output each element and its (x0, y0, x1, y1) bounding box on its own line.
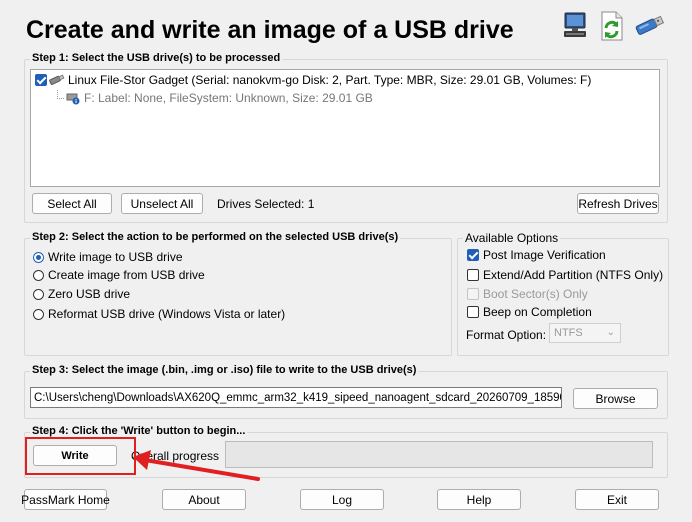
select-all-button[interactable]: Select All (32, 193, 112, 214)
passmark-home-button[interactable]: PassMark Home (21, 489, 110, 510)
drive-row[interactable]: Linux File-Stor Gadget (Serial: nanokvm-… (35, 72, 591, 88)
beep-on-completion-checkbox[interactable] (467, 306, 479, 318)
refresh-document-icon (596, 10, 626, 41)
radio-button[interactable] (33, 308, 44, 320)
format-option-label: Format Option: (466, 328, 547, 342)
radio-label: Reformat USB drive (Windows Vista or lat… (48, 307, 286, 321)
radio-label: Create image from USB drive (48, 268, 205, 282)
radio-write-image[interactable]: Write image to USB drive (33, 250, 183, 264)
format-option-select: NTFS ⌄ (549, 323, 621, 343)
drive-list[interactable]: Linux File-Stor Gadget (Serial: nanokvm-… (30, 69, 660, 187)
volume-label: F: Label: None, FileSystem: Unknown, Siz… (84, 91, 373, 105)
usb-drive-icon (632, 12, 665, 42)
annotation-arrow (133, 450, 260, 481)
browse-button[interactable]: Browse (573, 388, 658, 409)
volume-row: F: Label: None, FileSystem: Unknown, Siz… (57, 89, 373, 106)
radio-reformat-drive[interactable]: Reformat USB drive (Windows Vista or lat… (33, 307, 285, 321)
computer-icon (560, 10, 590, 40)
drive-label: Linux File-Stor Gadget (Serial: nanokvm-… (68, 73, 592, 87)
radio-button[interactable] (33, 251, 44, 263)
overall-progress-bar (225, 441, 653, 468)
radio-create-image[interactable]: Create image from USB drive (33, 268, 205, 282)
extend-partition-label: Extend/Add Partition (NTFS Only) (483, 268, 664, 282)
step2-legend: Step 2: Select the action to be performe… (30, 231, 401, 243)
about-button[interactable]: About (162, 489, 246, 510)
beep-on-completion-label: Beep on Completion (483, 305, 592, 319)
image-path-input[interactable]: C:\Users\cheng\Downloads\AX620Q_emmc_arm… (30, 387, 562, 408)
step3-legend: Step 3: Select the image (.bin, .img or … (30, 364, 419, 376)
unselect-all-button[interactable]: Unselect All (121, 193, 203, 214)
log-button[interactable]: Log (300, 489, 384, 510)
page-title: Create and write an image of a USB drive (26, 16, 514, 44)
boot-sector-checkbox (467, 288, 479, 300)
exit-button[interactable]: Exit (575, 489, 659, 510)
beep-on-completion-option[interactable]: Beep on Completion (467, 305, 592, 319)
step1-legend: Step 1: Select the USB drive(s) to be pr… (30, 52, 283, 64)
radio-button[interactable] (33, 269, 44, 281)
refresh-drives-button[interactable]: Refresh Drives (577, 193, 659, 214)
boot-sector-option: Boot Sector(s) Only (467, 287, 588, 301)
chevron-down-icon: ⌄ (606, 327, 615, 338)
post-image-verification-label: Post Image Verification (483, 248, 606, 262)
radio-zero-drive[interactable]: Zero USB drive (33, 287, 130, 301)
boot-sector-label: Boot Sector(s) Only (483, 287, 588, 301)
post-image-verification-checkbox[interactable] (467, 249, 479, 261)
radio-label: Write image to USB drive (48, 250, 183, 264)
available-options-legend: Available Options (463, 231, 561, 245)
volume-info-icon (66, 91, 80, 105)
drive-checkbox[interactable] (35, 74, 47, 86)
post-image-verification-option[interactable]: Post Image Verification (467, 248, 606, 262)
format-option-value: NTFS (554, 327, 583, 339)
radio-button[interactable] (33, 288, 44, 300)
step4-legend: Step 4: Click the 'Write' button to begi… (30, 425, 248, 437)
radio-label: Zero USB drive (48, 287, 131, 301)
usb-drive-small-icon (49, 74, 65, 86)
tree-connector (57, 89, 64, 99)
extend-partition-checkbox[interactable] (467, 269, 479, 281)
drives-selected-text: Drives Selected: 1 (217, 197, 315, 211)
extend-partition-option[interactable]: Extend/Add Partition (NTFS Only) (467, 268, 663, 282)
help-button[interactable]: Help (437, 489, 521, 510)
